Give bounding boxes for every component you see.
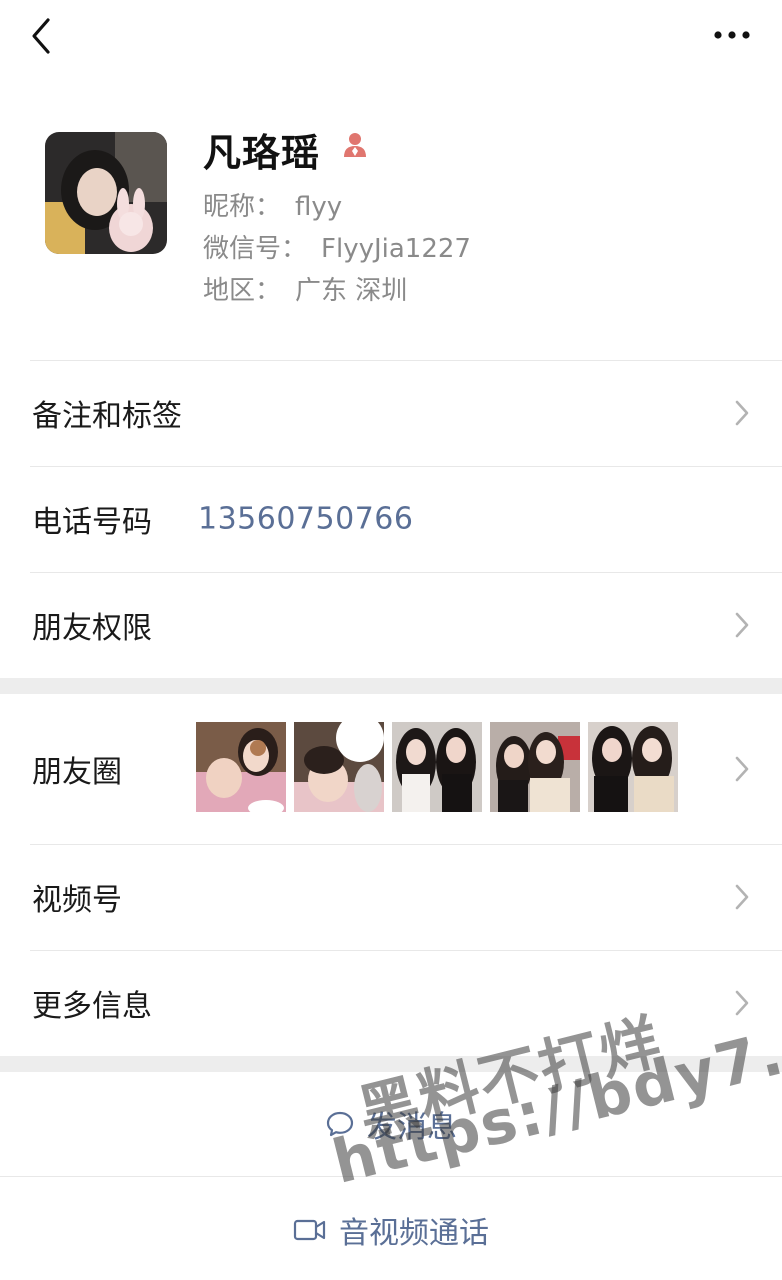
voice-video-call-label: 音视频通话 [339,1216,489,1251]
more-options-button[interactable] [710,20,754,50]
moments-thumbnails [196,722,678,812]
wechat-id-label: 微信号： [203,234,308,264]
info-section: 备注和标签 电话号码 13560750766 朋友权限 [0,360,782,678]
social-section: 朋友圈 视频号 更多信息 [0,694,782,1056]
phone-number-value[interactable]: 13560750766 [198,502,413,537]
section-gap [0,1056,782,1072]
chevron-left-icon [32,18,50,54]
moments-thumbnail [294,722,384,812]
more-info-label: 更多信息 [32,989,152,1024]
divider [0,1176,782,1177]
nickname-value: flyy [295,192,343,222]
more-info-row[interactable]: 更多信息 [0,950,782,1056]
chevron-right-icon [735,990,749,1016]
wechat-id-value[interactable]: FlyyJia1227 [321,234,471,264]
phone-number-label: 电话号码 [32,505,152,540]
wechat-id-line: 微信号： FlyyJia1227 [203,228,471,265]
section-gap [0,678,782,694]
moments-thumbnail [588,722,678,812]
avatar[interactable] [45,132,167,254]
nickname-label: 昵称： [203,192,282,222]
moments-thumbnail [392,722,482,812]
video-camera-icon [293,1219,326,1241]
channels-label: 视频号 [32,883,122,918]
voice-video-call-button[interactable]: 音视频通话 [0,1178,782,1280]
friend-permissions-row[interactable]: 朋友权限 [0,572,782,678]
chevron-right-icon [735,884,749,910]
top-bar [0,0,782,80]
female-person-icon [340,130,370,160]
ellipsis-icon [714,31,750,39]
send-message-button[interactable]: 发消息 [0,1072,782,1176]
nickname-line: 昵称： flyy [203,186,342,223]
profile-header: 凡珞瑶 昵称： flyy 微信号： FlyyJia1227 地区： 广东 深圳 [0,100,782,330]
moments-thumbnail [196,722,286,812]
contact-name: 凡珞瑶 [203,131,321,175]
chevron-right-icon [735,400,749,426]
friend-permissions-label: 朋友权限 [32,611,152,646]
moments-thumbnail [490,722,580,812]
remarks-and-tags-label: 备注和标签 [32,399,182,434]
chat-bubble-icon [326,1111,354,1137]
channels-row[interactable]: 视频号 [0,844,782,950]
back-button[interactable] [24,14,64,58]
remarks-and-tags-row[interactable]: 备注和标签 [0,360,782,466]
chevron-right-icon [735,612,749,638]
moments-row[interactable]: 朋友圈 [0,694,782,844]
phone-number-row[interactable]: 电话号码 13560750766 [0,466,782,572]
moments-label: 朋友圈 [32,755,122,790]
region-line: 地区： 广东 深圳 [203,270,407,307]
chevron-right-icon [735,756,749,782]
send-message-label: 发消息 [367,1110,457,1145]
region-value: 广东 深圳 [295,276,408,306]
region-label: 地区： [203,276,282,306]
